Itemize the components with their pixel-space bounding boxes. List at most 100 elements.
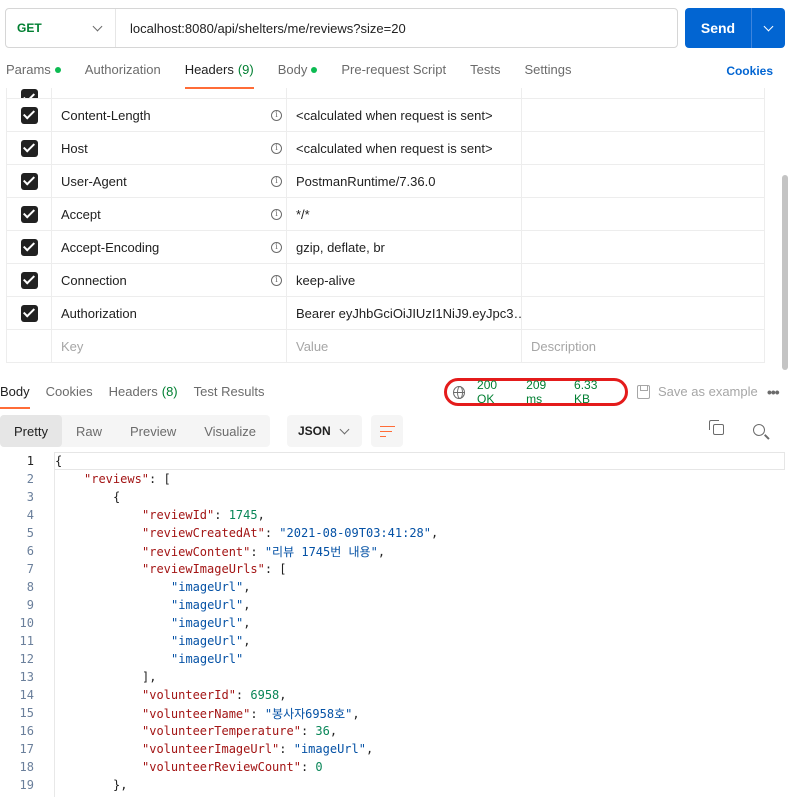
tab-tests[interactable]: Tests bbox=[470, 62, 500, 88]
header-key-cell[interactable]: Host i bbox=[52, 132, 287, 164]
line-number: 13 bbox=[19, 670, 34, 684]
header-value-cell[interactable]: Bearer eyJhbGciOiJIUzI1NiJ9.eyJpc3… bbox=[287, 297, 522, 329]
enable-cell bbox=[7, 165, 52, 197]
tab-params[interactable]: Params bbox=[6, 62, 61, 88]
header-value-cell[interactable]: gzip, deflate, br bbox=[287, 231, 522, 263]
tab-pre-request-script[interactable]: Pre-request Script bbox=[341, 62, 446, 88]
code-text: }, bbox=[113, 778, 127, 792]
token: , bbox=[329, 724, 338, 738]
url-input[interactable]: localhost:8080/api/shelters/me/reviews?s… bbox=[116, 21, 677, 36]
wrap-lines-button[interactable] bbox=[371, 415, 403, 447]
info-icon[interactable]: i bbox=[271, 241, 282, 253]
new-description-input[interactable]: Description bbox=[522, 330, 764, 362]
response-tab-cookies[interactable]: Cookies bbox=[46, 384, 93, 410]
response-tab-headers[interactable]: Headers (8) bbox=[109, 384, 178, 410]
checkbox[interactable] bbox=[20, 205, 38, 223]
token: : bbox=[300, 724, 316, 738]
line-number: 17 bbox=[19, 742, 34, 756]
header-description-cell[interactable] bbox=[522, 264, 764, 296]
response-tab-body[interactable]: Body bbox=[0, 384, 30, 410]
checkbox[interactable] bbox=[20, 106, 38, 124]
send-button[interactable]: Send bbox=[685, 8, 752, 48]
response-body-editor[interactable]: 1{2 "reviews": [3{4 "reviewId": 1745, 5 "rev… bbox=[0, 452, 790, 797]
header-key-cell[interactable]: Content-Length i bbox=[52, 99, 287, 131]
scrollbar[interactable] bbox=[782, 175, 788, 370]
new-value-input[interactable]: Value bbox=[287, 330, 522, 362]
header-description-cell[interactable] bbox=[522, 132, 764, 164]
code-text: "imageUrl" bbox=[171, 652, 243, 666]
cookies-link[interactable]: Cookies bbox=[726, 64, 773, 78]
response-size[interactable]: 6.33 KB bbox=[574, 378, 613, 406]
tab-authorization[interactable]: Authorization bbox=[85, 62, 161, 88]
header-key-cell[interactable]: Connection i bbox=[52, 264, 287, 296]
view-mode-visualize[interactable]: Visualize bbox=[190, 415, 270, 447]
header-key-cell[interactable]: User-Agent i bbox=[52, 165, 287, 197]
method-select[interactable]: GET bbox=[6, 9, 116, 47]
header-value-cell[interactable]: */* bbox=[287, 198, 522, 230]
info-icon[interactable]: i bbox=[271, 142, 282, 154]
checkbox[interactable] bbox=[20, 271, 38, 289]
checkbox[interactable] bbox=[20, 304, 38, 322]
header-value-cell[interactable]: <calculated when request is sent> bbox=[287, 132, 522, 164]
code-text: "reviewCreatedAt": "2021-08-09T03:41:28"… bbox=[142, 526, 438, 540]
header-description-cell[interactable] bbox=[522, 99, 764, 131]
checkbox[interactable] bbox=[20, 172, 38, 190]
tab-label: Body bbox=[0, 384, 30, 399]
code-text: ], bbox=[142, 670, 156, 684]
info-icon[interactable]: i bbox=[271, 175, 282, 187]
view-mode-preview[interactable]: Preview bbox=[116, 415, 190, 447]
tab-settings[interactable]: Settings bbox=[524, 62, 571, 88]
more-options-icon[interactable]: ••• bbox=[767, 384, 780, 400]
code-text: "imageUrl", bbox=[171, 634, 250, 648]
globe-icon[interactable] bbox=[453, 385, 466, 399]
status-code[interactable]: 200 OK bbox=[477, 378, 514, 406]
view-mode-raw[interactable]: Raw bbox=[62, 415, 116, 447]
new-key-input[interactable]: Key bbox=[52, 330, 287, 362]
enable-cell bbox=[7, 198, 52, 230]
tab-count: (8) bbox=[161, 384, 178, 399]
response-tab-test-results[interactable]: Test Results bbox=[194, 384, 265, 410]
tab-label: Pre-request Script bbox=[341, 62, 447, 77]
header-key-cell[interactable]: Authorization bbox=[52, 297, 287, 329]
token: 6958 bbox=[250, 688, 280, 702]
header-key-cell[interactable]: Accept i bbox=[52, 198, 287, 230]
code-line: 16 "volunteerTemperature": 36, bbox=[0, 722, 790, 740]
line-number: 1 bbox=[26, 454, 34, 468]
tab-label: Cookies bbox=[45, 384, 93, 399]
token: "volunteerImageUrl" bbox=[142, 742, 280, 756]
code-line: 18 "volunteerReviewCount": 0 bbox=[0, 758, 790, 776]
header-description-cell[interactable] bbox=[522, 165, 764, 197]
view-mode-pretty[interactable]: Pretty bbox=[0, 415, 62, 447]
token: "reviewImageUrls" bbox=[142, 562, 265, 576]
header-value: <calculated when request is sent> bbox=[296, 107, 493, 123]
chevron-down-icon bbox=[763, 21, 774, 31]
checkbox[interactable] bbox=[20, 139, 38, 157]
info-icon[interactable]: i bbox=[271, 274, 282, 286]
search-icon[interactable] bbox=[753, 424, 765, 436]
header-value-cell[interactable]: PostmanRuntime/7.36.0 bbox=[287, 165, 522, 197]
method-label: GET bbox=[17, 21, 42, 35]
send-options-button[interactable] bbox=[752, 8, 785, 48]
header-value-cell[interactable]: keep-alive bbox=[287, 264, 522, 296]
save-as-example-button[interactable]: Save as example bbox=[637, 384, 758, 399]
header-description-cell[interactable] bbox=[522, 231, 764, 263]
checkbox[interactable] bbox=[20, 89, 38, 98]
tab-body[interactable]: Body bbox=[278, 62, 318, 88]
checkbox[interactable] bbox=[20, 238, 38, 256]
header-description-cell[interactable] bbox=[522, 198, 764, 230]
line-number: 8 bbox=[26, 580, 34, 594]
code-line: 17 "volunteerImageUrl": "imageUrl", bbox=[0, 740, 790, 758]
copy-icon[interactable] bbox=[709, 420, 724, 435]
code-line: 6 "reviewContent": "리뷰 1745번 내용", bbox=[0, 542, 790, 560]
info-icon[interactable]: i bbox=[271, 208, 282, 220]
header-key: Connection bbox=[61, 272, 127, 288]
header-description-cell[interactable] bbox=[522, 297, 764, 329]
header-key-cell[interactable]: Accept-Encoding i bbox=[52, 231, 287, 263]
table-row-new: Key Value Description bbox=[7, 330, 764, 363]
format-select[interactable]: JSON bbox=[287, 415, 362, 447]
response-time[interactable]: 209 ms bbox=[526, 378, 562, 406]
tab-headers[interactable]: Headers (9) bbox=[184, 62, 254, 89]
info-icon[interactable]: i bbox=[271, 109, 282, 121]
token: , bbox=[243, 616, 251, 630]
header-value-cell[interactable]: <calculated when request is sent> bbox=[287, 99, 522, 131]
